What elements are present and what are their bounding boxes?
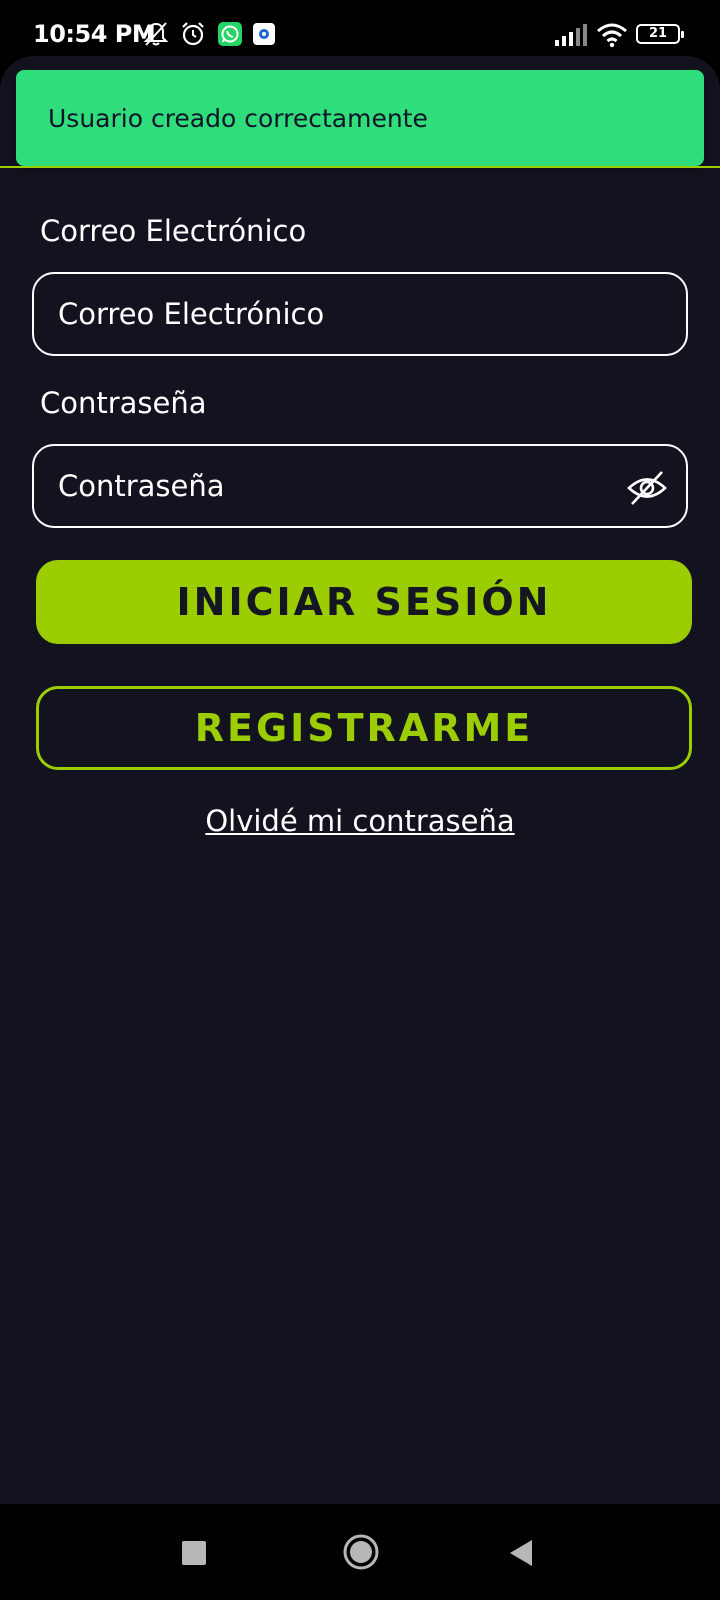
email-field[interactable]: Correo Electrónico (32, 272, 688, 356)
eye-off-icon[interactable] (626, 468, 668, 508)
toast-message: Usuario creado correctamente (48, 103, 428, 133)
password-placeholder: Contraseña (58, 469, 225, 503)
screen: 10:54 PM 21 Usuario creado correctamente… (0, 0, 720, 1600)
home-icon[interactable] (342, 1533, 380, 1571)
login-button[interactable]: INICIAR SESIÓN (36, 560, 692, 644)
header-divider (0, 166, 720, 168)
status-time: 10:54 PM (33, 20, 156, 48)
login-button-label: INICIAR SESIÓN (176, 580, 552, 624)
navigation-bar (0, 1504, 720, 1600)
back-icon[interactable] (508, 1538, 534, 1568)
whatsapp-icon (218, 22, 242, 46)
signal-icon (555, 24, 587, 46)
mute-notification-icon (143, 22, 169, 46)
register-button-label: REGISTRARME (194, 706, 534, 750)
success-toast: Usuario creado correctamente (16, 70, 704, 166)
register-button[interactable]: REGISTRARME (36, 686, 692, 770)
battery-icon: 21 (636, 24, 684, 44)
email-label: Correo Electrónico (40, 214, 307, 248)
recent-apps-icon[interactable] (181, 1540, 207, 1566)
email-placeholder: Correo Electrónico (58, 297, 325, 331)
password-label: Contraseña (40, 386, 207, 420)
alarm-icon (182, 22, 204, 46)
app-container: Usuario creado correctamente Correo Elec… (0, 56, 720, 1504)
wifi-icon (597, 23, 627, 48)
password-field[interactable]: Contraseña (32, 444, 688, 528)
app-notification-icon (253, 23, 275, 45)
forgot-password-link[interactable]: Olvidé mi contraseña (0, 804, 720, 838)
